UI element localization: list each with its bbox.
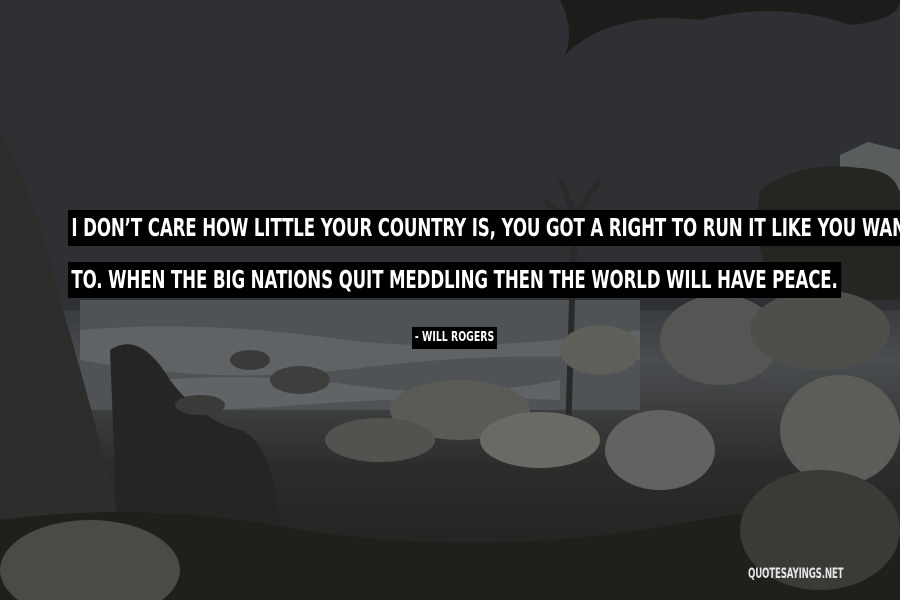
watermark: QUOTESAYINGS.NET <box>748 566 844 582</box>
rock <box>325 418 435 462</box>
quote-author: - WILL ROGERS <box>412 326 530 350</box>
rock <box>480 412 600 468</box>
background-photo <box>0 0 900 600</box>
quote-text-line-2: TO. WHEN THE BIG NATIONS QUIT MEDDLING T… <box>68 262 842 298</box>
rock <box>230 350 270 370</box>
rock <box>175 395 225 415</box>
rock <box>780 375 900 485</box>
rock <box>560 325 640 375</box>
rock <box>605 410 715 490</box>
quote-line-1: I DON’T CARE HOW LITTLE YOUR COUNTRY IS,… <box>68 207 900 246</box>
quote-image: I DON’T CARE HOW LITTLE YOUR COUNTRY IS,… <box>0 0 900 600</box>
rock <box>750 290 890 370</box>
quote-text-line-1: I DON’T CARE HOW LITTLE YOUR COUNTRY IS,… <box>68 210 900 246</box>
rock <box>270 366 330 394</box>
author-text: - WILL ROGERS <box>412 327 498 349</box>
quote-line-2: TO. WHEN THE BIG NATIONS QUIT MEDDLING T… <box>68 259 900 298</box>
